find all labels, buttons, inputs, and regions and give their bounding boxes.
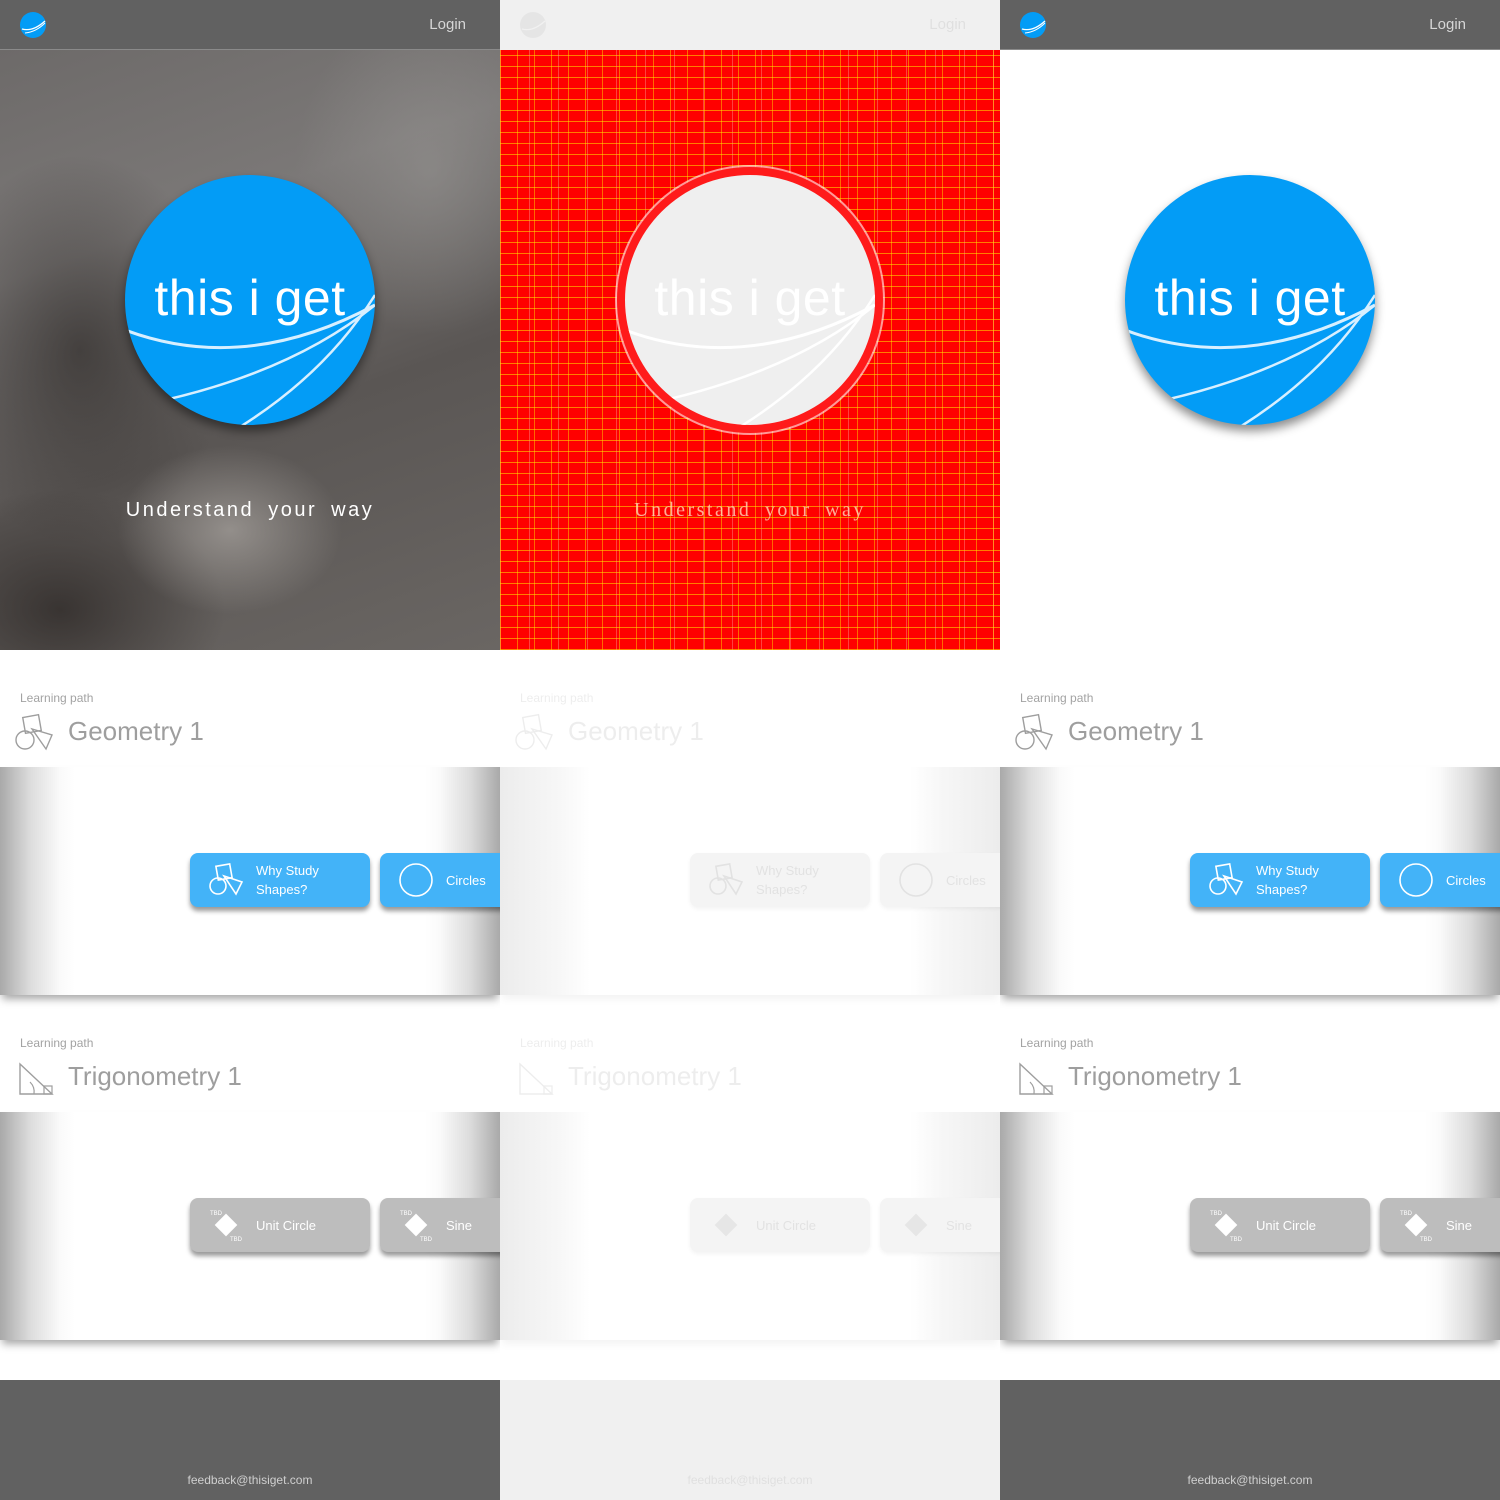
shapes-icon — [209, 862, 244, 896]
brand-text: this i get — [154, 270, 346, 326]
shapes-icon — [709, 862, 744, 896]
feedback-email-link[interactable]: feedback@thisiget.com — [500, 1473, 1000, 1487]
hero: this i get Understand your way — [0, 50, 500, 650]
path-title[interactable]: Geometry 1 — [568, 716, 704, 747]
circle-icon — [1399, 863, 1433, 897]
feedback-email-link[interactable]: feedback@thisiget.com — [1000, 1473, 1500, 1487]
lesson-label: Circles — [946, 872, 986, 888]
svg-text:TBD: TBD — [400, 1211, 413, 1217]
login-link[interactable]: Login — [1429, 16, 1466, 33]
lesson-card-sine[interactable]: TBD TBD Sine — [380, 1198, 500, 1252]
tbd-icon: TBD TBD — [400, 1211, 433, 1243]
navbar: Login — [1000, 0, 1500, 50]
tbd-icon: TBD TBD — [1210, 1211, 1243, 1243]
lesson-card-unit-circle[interactable]: TBD TBD Unit Circle — [1190, 1198, 1370, 1252]
tagline: Understand your way — [125, 499, 375, 521]
lesson-label: Unit Circle — [1256, 1217, 1316, 1233]
tbd-icon — [714, 1213, 738, 1237]
lesson-card-circles[interactable]: Circles — [380, 853, 500, 907]
path-title[interactable]: Trigonometry 1 — [1068, 1061, 1242, 1092]
lesson-label: Sine — [1446, 1217, 1473, 1233]
svg-text:TBD: TBD — [1400, 1211, 1413, 1217]
brand-logo-circle: this i get — [625, 175, 875, 425]
path-title[interactable]: Geometry 1 — [1068, 716, 1204, 747]
lesson-card-why-study-shapes[interactable]: Why Study Shapes? — [190, 853, 370, 907]
lesson-label: Why Study Shapes? — [256, 863, 319, 897]
lesson-card-circles[interactable]: Circles — [880, 853, 1000, 907]
lesson-card-unit-circle[interactable]: TBD TBD Unit Circle — [190, 1198, 370, 1252]
navbar: Login — [0, 0, 500, 50]
variant-panel-diff: Login this i get Understand your way Lea… — [500, 0, 1000, 1500]
section-label: Learning path — [20, 1036, 94, 1050]
lesson-card-why-study-shapes[interactable]: Why Study Shapes? — [1190, 853, 1370, 907]
lesson-label: Sine — [446, 1217, 473, 1233]
svg-text:TBD: TBD — [1420, 1237, 1433, 1243]
lesson-carousel[interactable]: Why Study Shapes? Circles — [500, 767, 1000, 995]
feedback-email-link[interactable]: feedback@thisiget.com — [0, 1473, 500, 1487]
footer: feedback@thisiget.com — [0, 1380, 500, 1500]
logo-icon[interactable] — [1020, 12, 1046, 38]
lesson-card-sine[interactable]: Sine — [880, 1198, 1000, 1252]
section-label: Learning path — [1020, 1036, 1094, 1050]
brand-text: this i get — [1154, 270, 1346, 326]
svg-text:TBD: TBD — [230, 1237, 243, 1243]
lesson-card-sine[interactable]: TBD TBD Sine — [1380, 1198, 1500, 1252]
svg-text:TBD: TBD — [1230, 1237, 1243, 1243]
login-link[interactable]: Login — [929, 16, 966, 33]
footer: feedback@thisiget.com — [500, 1380, 1000, 1500]
section-label: Learning path — [520, 691, 594, 705]
triangle-icon — [19, 1062, 54, 1095]
lesson-label: Unit Circle — [756, 1217, 816, 1233]
brand-logo-circle: this i get — [1125, 175, 1375, 425]
svg-text:TBD: TBD — [420, 1237, 433, 1243]
svg-text:TBD: TBD — [1210, 1211, 1223, 1217]
tbd-icon: TBD TBD — [210, 1211, 243, 1243]
path-title[interactable]: Trigonometry 1 — [68, 1061, 242, 1092]
logo-icon[interactable] — [20, 12, 46, 38]
login-link[interactable]: Login — [429, 16, 466, 33]
lesson-card-why-study-shapes[interactable]: Why Study Shapes? — [690, 853, 870, 907]
lesson-carousel[interactable]: Unit Circle Sine — [500, 1112, 1000, 1340]
path-title[interactable]: Trigonometry 1 — [568, 1061, 742, 1092]
shapes-icon — [1209, 862, 1244, 896]
lesson-card-unit-circle[interactable]: Unit Circle — [690, 1198, 870, 1252]
footer: feedback@thisiget.com — [1000, 1380, 1500, 1500]
tbd-icon — [904, 1213, 928, 1237]
shapes-icon — [15, 713, 53, 751]
tagline: Understand your way — [634, 499, 866, 521]
lesson-label: Why Study Shapes? — [1256, 863, 1319, 897]
lesson-label: Unit Circle — [256, 1217, 316, 1233]
triangle-icon — [1019, 1062, 1054, 1095]
lesson-card-circles[interactable]: Circles — [1380, 853, 1500, 907]
shapes-icon — [1015, 713, 1053, 751]
lesson-carousel[interactable]: TBD TBD Unit Circle TBD TBD Sine — [0, 1112, 500, 1340]
lesson-carousel[interactable]: TBD TBD Unit Circle TBD TBD Sine — [1000, 1112, 1500, 1340]
hero: this i get Understand your way — [500, 50, 1000, 650]
triangle-icon — [519, 1062, 554, 1095]
variant-panel-photo: Login this i get Understand your way Lea… — [0, 0, 500, 1500]
lesson-label: Sine — [946, 1217, 973, 1233]
hero: this i get — [1000, 50, 1500, 650]
lesson-label: Circles — [446, 872, 486, 888]
shapes-icon — [515, 713, 553, 751]
circle-icon — [899, 863, 933, 897]
variant-panel-plain: Login this i get Learning path Geometry … — [1000, 0, 1500, 1500]
section-label: Learning path — [1020, 691, 1094, 705]
section-label: Learning path — [520, 1036, 594, 1050]
lesson-carousel[interactable]: Why Study Shapes? Circles — [1000, 767, 1500, 995]
svg-text:TBD: TBD — [210, 1211, 223, 1217]
path-title[interactable]: Geometry 1 — [68, 716, 204, 747]
tbd-icon: TBD TBD — [1400, 1211, 1433, 1243]
brand-text: this i get — [654, 270, 846, 326]
section-label: Learning path — [20, 691, 94, 705]
brand-logo-circle: this i get — [125, 175, 375, 425]
circle-icon — [399, 863, 433, 897]
lesson-carousel[interactable]: Why Study Shapes? Circles — [0, 767, 500, 995]
navbar: Login — [500, 0, 1000, 50]
lesson-label: Circles — [1446, 872, 1486, 888]
logo-icon[interactable] — [520, 12, 546, 38]
lesson-label: Why Study Shapes? — [756, 863, 819, 897]
